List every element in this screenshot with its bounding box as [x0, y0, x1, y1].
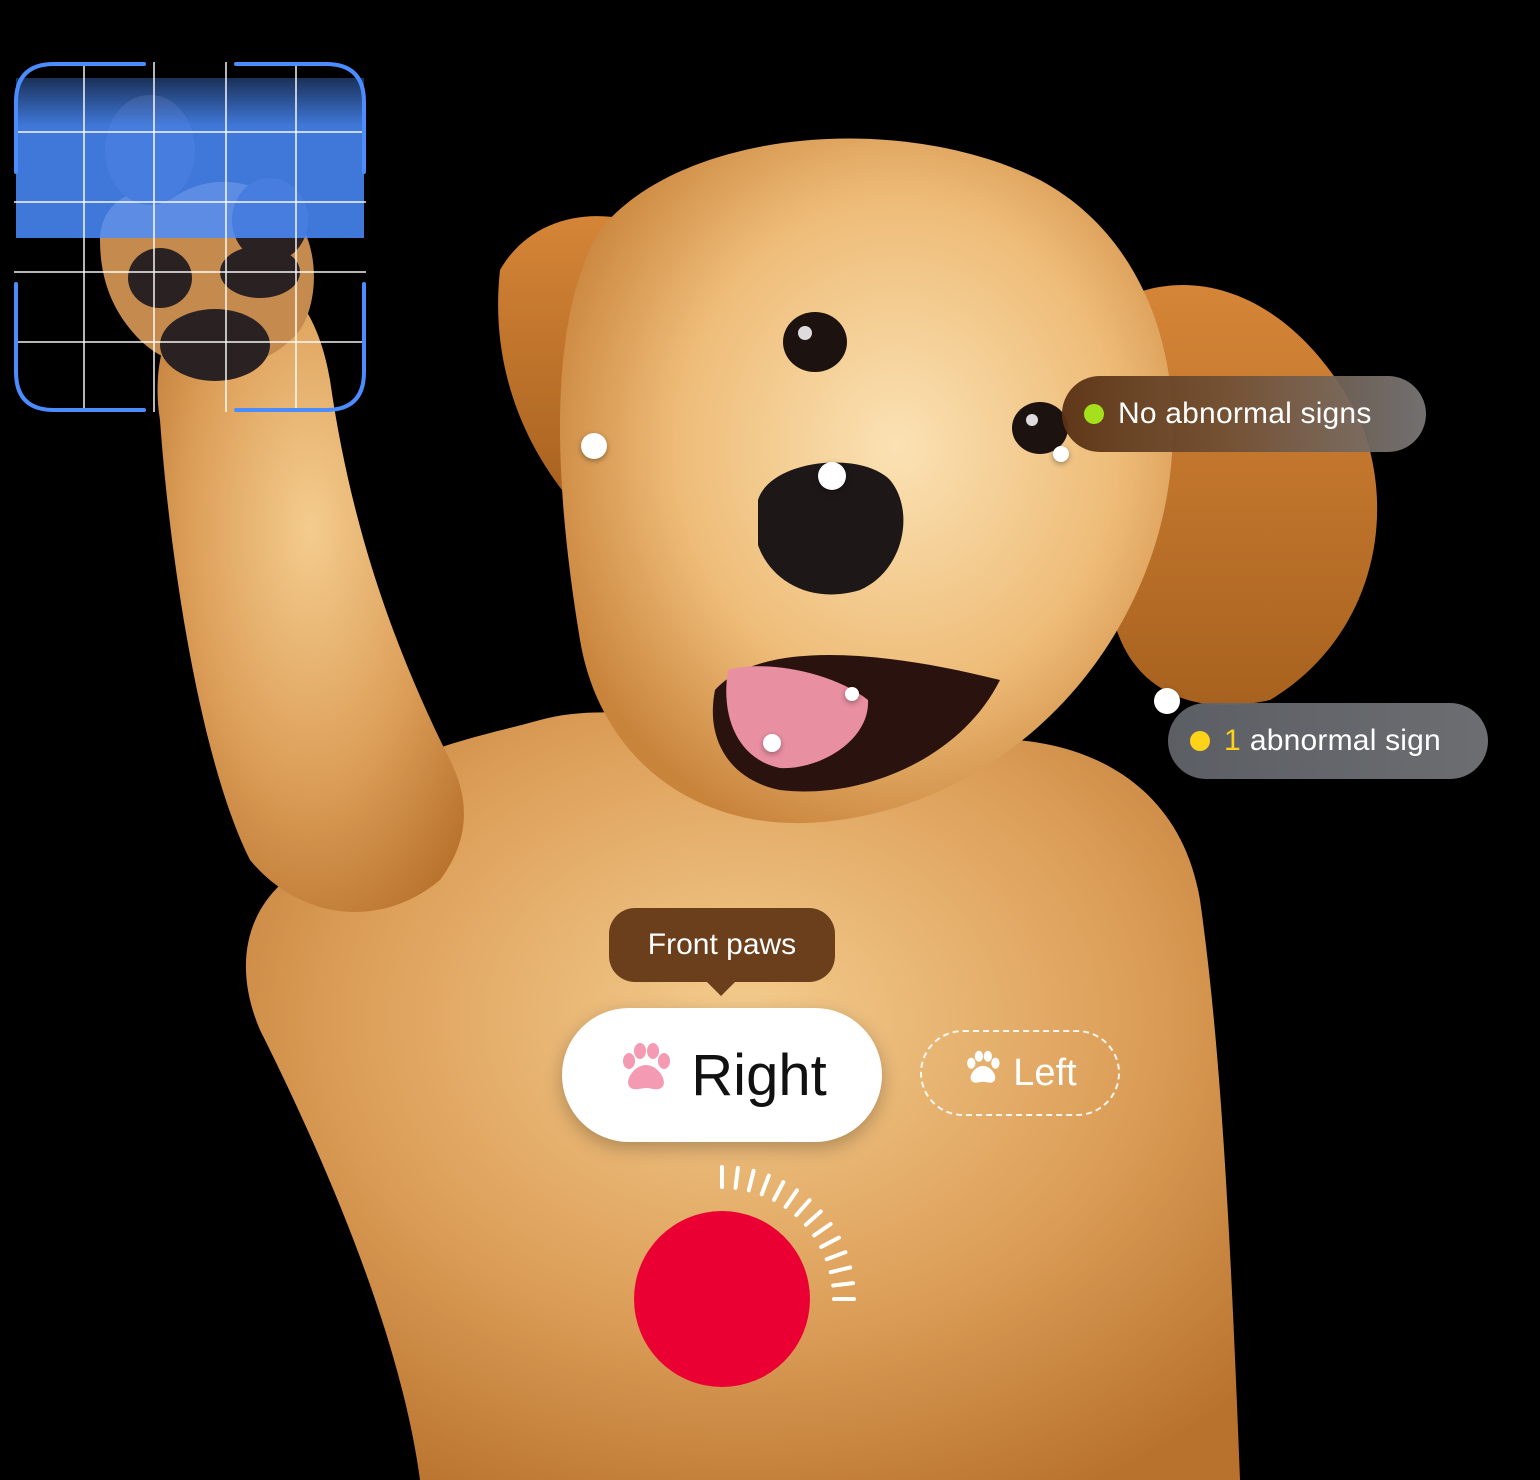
progress-tick: [759, 1173, 771, 1197]
ear-status-pill[interactable]: 1 abnormal sign: [1168, 703, 1488, 779]
progress-tick: [819, 1235, 841, 1249]
eye-status-pill[interactable]: No abnormal signs: [1062, 376, 1426, 452]
tooltip-label: Front paws: [647, 928, 797, 961]
front-paws-tooltip: Front paws: [609, 908, 835, 982]
hotspot-ear-right[interactable]: [1154, 688, 1180, 714]
status-warning-indicator: [1190, 731, 1210, 751]
paw-option-left[interactable]: Left: [920, 1030, 1120, 1116]
abnormal-count: 1: [1224, 724, 1241, 757]
progress-tick: [794, 1198, 812, 1218]
paw-icon: [963, 1048, 1003, 1098]
progress-tick: [828, 1265, 853, 1275]
eye-status-label: No abnormal signs: [1118, 397, 1372, 430]
hotspot-ear-left[interactable]: [581, 433, 607, 459]
record-button[interactable]: [634, 1211, 810, 1387]
progress-tick: [831, 1281, 856, 1288]
progress-tick: [772, 1180, 786, 1202]
hotspot-tongue[interactable]: [763, 734, 781, 752]
paw-option-right[interactable]: Right: [562, 1008, 882, 1142]
hotspot-mouth[interactable]: [845, 687, 859, 701]
paw-option-right-label: Right: [691, 1042, 827, 1108]
paw-icon: [617, 1039, 675, 1111]
progress-tick: [746, 1168, 756, 1193]
hotspot-nose[interactable]: [818, 462, 846, 490]
paw-scan-frame: [14, 62, 366, 412]
progress-tick: [733, 1165, 740, 1190]
status-normal-indicator: [1084, 404, 1104, 424]
progress-tick: [803, 1209, 823, 1227]
tooltip-arrow: [705, 980, 737, 996]
hotspot-eye[interactable]: [1053, 446, 1069, 462]
progress-tick: [824, 1250, 848, 1262]
progress-tick: [812, 1222, 833, 1238]
ear-status-label: abnormal sign: [1249, 724, 1441, 757]
progress-tick: [783, 1188, 799, 1209]
paw-option-left-label: Left: [1013, 1051, 1077, 1094]
